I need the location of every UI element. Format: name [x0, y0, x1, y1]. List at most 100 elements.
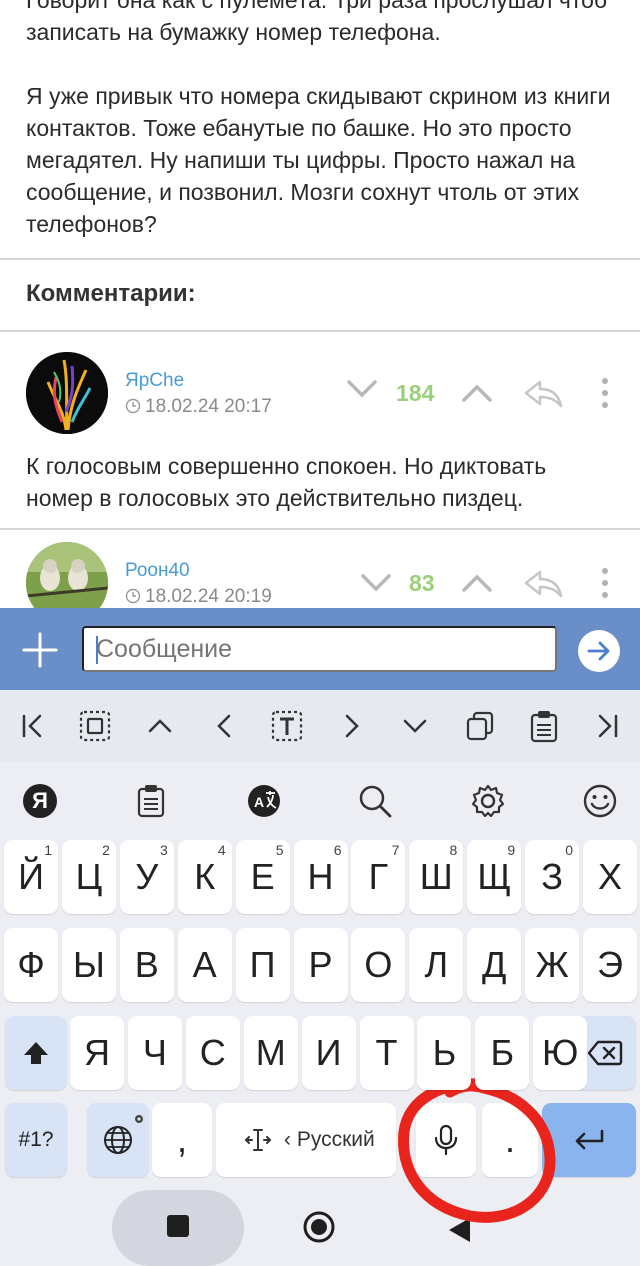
letter-key[interactable]: Ф — [4, 928, 58, 1002]
reply-button[interactable] — [522, 378, 564, 415]
comment-date: 18.02.24 20:19 — [125, 586, 272, 608]
letter-key[interactable]: Ш8 — [409, 840, 464, 914]
vote-down-button[interactable] — [346, 378, 378, 405]
cursor-left-button[interactable] — [206, 708, 242, 744]
key-label: П — [249, 944, 276, 985]
space-key[interactable]: ‹ Русский — [216, 1103, 396, 1177]
letter-key[interactable]: Щ9 — [467, 840, 522, 914]
send-button[interactable] — [578, 630, 620, 672]
letter-key[interactable]: У3 — [119, 840, 174, 914]
letter-key[interactable]: Д — [467, 928, 522, 1002]
letter-key[interactable]: Р — [293, 928, 348, 1002]
cursor-right-button[interactable] — [334, 708, 370, 744]
letter-key[interactable]: Г7 — [351, 840, 406, 914]
comment-score: 184 — [396, 380, 435, 406]
comment-more-button[interactable] — [598, 566, 612, 605]
key-label: Д — [481, 944, 507, 985]
key-label: Ь — [432, 1032, 457, 1073]
avatar[interactable] — [26, 352, 108, 434]
text-select-icon — [271, 710, 303, 742]
vote-down-button[interactable] — [360, 572, 392, 599]
comment-author[interactable]: ЯрChe — [125, 370, 184, 392]
reply-button[interactable] — [522, 568, 564, 605]
copy-button[interactable] — [462, 708, 498, 744]
comma-key[interactable]: , — [152, 1103, 212, 1177]
key-label: Ч — [142, 1032, 167, 1073]
letter-key[interactable]: Е5 — [235, 840, 290, 914]
cursor-end-button[interactable] — [590, 708, 626, 744]
key-label: У — [135, 856, 159, 897]
search-button[interactable] — [357, 783, 393, 819]
cursor-down-button[interactable] — [397, 708, 433, 744]
key-label: Н — [307, 856, 334, 897]
key-label: Х — [597, 856, 622, 897]
letter-key[interactable]: С — [185, 1016, 240, 1090]
emoji-button[interactable] — [582, 783, 618, 819]
letter-key[interactable]: Э — [583, 928, 637, 1002]
key-label: Б — [490, 1032, 515, 1073]
comment-date-text: 18.02.24 20:17 — [145, 396, 272, 417]
letter-key[interactable]: Й1 — [4, 840, 58, 914]
text-select-button[interactable] — [269, 708, 305, 744]
comment: Роон40 18.02.24 20:19 83 — [0, 540, 640, 608]
key-hint: 1 — [44, 842, 52, 858]
comment-text: К голосовым совершенно спокоен. Но дикто… — [26, 453, 547, 511]
letter-key[interactable]: Л — [409, 928, 464, 1002]
key-label: Г — [368, 856, 389, 897]
letter-key[interactable]: Б — [475, 1016, 530, 1090]
key-label: Ш — [419, 856, 453, 897]
divider — [0, 330, 640, 332]
attach-button[interactable] — [20, 630, 60, 670]
letter-key[interactable]: Ы — [61, 928, 116, 1002]
letter-key[interactable]: Ч — [127, 1016, 182, 1090]
yandex-button[interactable]: Я — [22, 783, 58, 819]
letter-key[interactable]: Ь — [417, 1016, 472, 1090]
select-all-button[interactable] — [77, 708, 113, 744]
translate-button[interactable]: A — [246, 783, 282, 819]
vote-up-button[interactable] — [461, 382, 493, 409]
letter-key[interactable]: Х — [583, 840, 637, 914]
message-input[interactable] — [82, 626, 557, 672]
comment-author[interactable]: Роон40 — [125, 560, 190, 582]
letter-key[interactable]: О — [351, 928, 406, 1002]
post-paragraph-1: Говорит она как с пулемёта. Три раза про… — [26, 0, 608, 45]
letter-key[interactable]: И — [301, 1016, 356, 1090]
language-switch-key[interactable] — [87, 1103, 149, 1177]
avatar[interactable] — [26, 542, 108, 608]
letter-key[interactable]: Я — [70, 1016, 124, 1090]
reply-arrow-icon — [524, 380, 563, 408]
recent-apps-button[interactable] — [166, 1214, 190, 1243]
letter-key[interactable]: В — [119, 928, 174, 1002]
cursor-move-icon — [244, 1129, 272, 1151]
shift-key[interactable] — [5, 1016, 67, 1090]
letter-key[interactable]: М — [243, 1016, 298, 1090]
key-hint: 0 — [565, 842, 574, 858]
plus-icon — [22, 632, 58, 668]
letter-key[interactable]: Ю — [533, 1016, 588, 1090]
letter-key[interactable]: А — [177, 928, 232, 1002]
chevron-left-icon — [217, 714, 231, 738]
symbols-key[interactable]: #1? — [5, 1103, 67, 1177]
search-icon — [359, 785, 392, 818]
gear-icon — [135, 1115, 143, 1123]
letter-key[interactable]: Н6 — [293, 840, 348, 914]
letter-key[interactable]: Ц2 — [61, 840, 116, 914]
paste-button[interactable] — [526, 708, 562, 744]
vote-up-button[interactable] — [461, 572, 493, 599]
settings-button[interactable] — [470, 783, 506, 819]
comment-more-button[interactable] — [598, 376, 612, 415]
key-hint: 3 — [160, 842, 168, 858]
letter-key[interactable]: З0 — [525, 840, 580, 914]
cursor-up-button[interactable] — [142, 708, 178, 744]
letter-key[interactable]: Т — [359, 1016, 414, 1090]
key-label: Ж — [535, 944, 569, 985]
key-label: Э — [597, 944, 623, 985]
letter-key[interactable]: Ж — [525, 928, 580, 1002]
home-button[interactable] — [302, 1210, 336, 1249]
clipboard-button[interactable] — [133, 783, 169, 819]
cursor-start-button[interactable] — [14, 708, 50, 744]
key-label: В — [134, 944, 159, 985]
shift-icon — [24, 1042, 48, 1064]
letter-key[interactable]: П — [235, 928, 290, 1002]
letter-key[interactable]: К4 — [177, 840, 232, 914]
